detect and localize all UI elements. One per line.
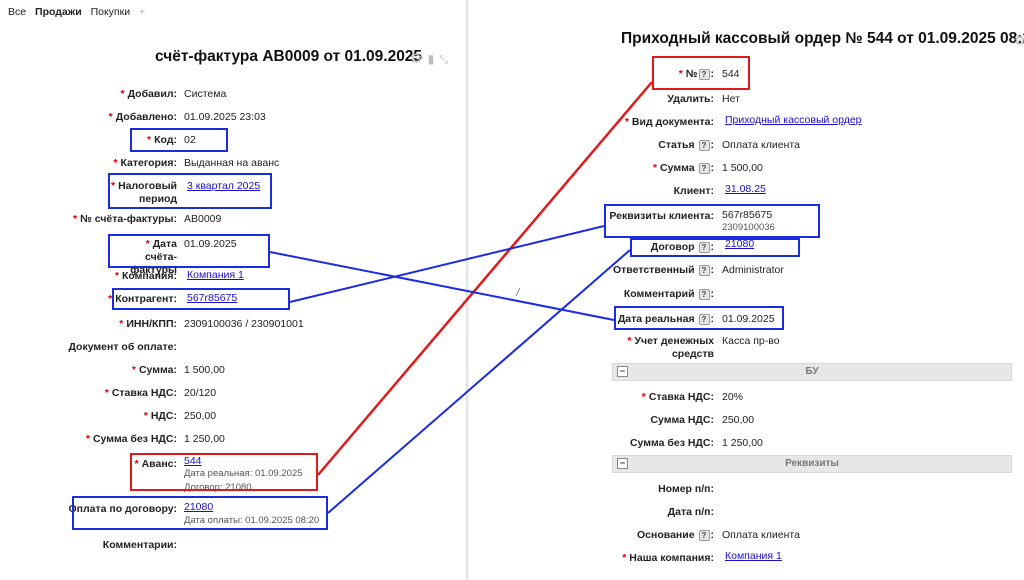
order-sum-label: * Сумма ?: xyxy=(652,162,714,174)
comments-label: Комментарии: xyxy=(102,539,177,551)
tab-sales[interactable]: Продажи xyxy=(35,6,82,18)
help-icon[interactable]: ? xyxy=(698,68,710,80)
category-label: * Категория: xyxy=(113,157,177,169)
code-label: * Код: xyxy=(147,134,177,146)
invoice-number-value: AB0009 xyxy=(184,213,222,225)
gear-icon[interactable]: ⚙ xyxy=(1014,33,1024,49)
order-sum-no-vat-label: Сумма без НДС: xyxy=(629,437,714,449)
collapse-icon[interactable]: ⤡ xyxy=(439,54,448,67)
company-link[interactable]: Компания 1 xyxy=(187,269,244,282)
real-date-label: Дата реальная ?: xyxy=(617,313,714,325)
section-requisites[interactable]: − Реквизиты xyxy=(612,455,1012,473)
cash-account-label: * Учет денежных средств xyxy=(627,335,714,360)
counterparty-label: * Контрагент: xyxy=(108,293,177,305)
tax-period-label: * Налоговый период xyxy=(111,180,177,205)
add-tab-button[interactable]: + xyxy=(139,6,145,18)
article-label: Статья ?: xyxy=(658,139,714,151)
tab-all[interactable]: Все xyxy=(8,6,26,18)
order-number-value: 544 xyxy=(722,68,740,80)
delete-value: Нет xyxy=(722,93,740,105)
comment-label: Комментарий ?: xyxy=(623,288,714,300)
contract-link[interactable]: 21080 xyxy=(725,238,754,251)
added-by-label: * Добавил: xyxy=(120,88,177,100)
gear-icon[interactable]: ⚙ xyxy=(410,50,423,67)
contract-payment-date: Дата оплаты: 01.09.2025 08:20 xyxy=(184,515,320,526)
client-details-label: Реквизиты клиента: xyxy=(609,210,714,222)
inn-kpp-value: 2309100036 / 230901001 xyxy=(184,318,304,330)
category-value: Выданная на аванс xyxy=(184,157,280,169)
stray-mark xyxy=(515,287,521,297)
order-vat-rate-label: * Ставка НДС: xyxy=(641,391,714,403)
title-toolbar: ⚙ ▮ ⤡ xyxy=(410,50,453,67)
vat-label: * НДС: xyxy=(143,410,177,422)
vat-value: 250,00 xyxy=(184,410,217,422)
responsible-label: Ответственный ?: xyxy=(613,264,714,276)
advance-label: * Аванс: xyxy=(134,458,177,470)
doc-type-label: * Вид документа: xyxy=(624,116,714,128)
added-by-value: Система xyxy=(184,88,227,100)
help-icon[interactable]: ? xyxy=(698,288,710,300)
help-icon[interactable]: ? xyxy=(698,529,710,541)
vat-rate-value: 20/120 xyxy=(184,387,217,399)
invoice-pane: Все Продажи Покупки + счёт-фактура AB000… xyxy=(0,0,468,580)
tax-period-link[interactable]: 3 квартал 2025 xyxy=(187,180,260,193)
pp-number-label: Номер п/п: xyxy=(658,483,714,495)
sum-no-vat-label: * Сумма без НДС: xyxy=(85,433,177,445)
tab-purchases[interactable]: Покупки xyxy=(91,6,131,18)
counterparty-link[interactable]: 567r85675 xyxy=(187,292,237,305)
help-icon[interactable]: ? xyxy=(698,162,710,174)
order-vat-sum-label: Сумма НДС: xyxy=(650,414,714,426)
vat-rate-label: * Ставка НДС: xyxy=(104,387,177,399)
pane-divider[interactable] xyxy=(466,0,470,580)
invoice-date-value: 01.09.2025 xyxy=(184,238,237,250)
inn-kpp-label: * ИНН/КПП: xyxy=(119,318,177,330)
advance-contract: Договор: 21080 xyxy=(184,482,252,493)
added-at-label: * Добавлено: xyxy=(108,111,177,123)
article-value: Оплата клиента xyxy=(722,139,800,151)
bookmark-icon[interactable]: ▮ xyxy=(428,52,435,66)
order-vat-rate-value: 20% xyxy=(722,391,744,403)
help-icon[interactable]: ? xyxy=(698,241,710,253)
code-value: 02 xyxy=(184,134,196,146)
sum-no-vat-value: 1 250,00 xyxy=(184,433,225,445)
order-sum-value: 1 500,00 xyxy=(722,162,763,174)
basis-label: Основание ?: xyxy=(637,529,714,541)
added-at-value: 01.09.2025 23:03 xyxy=(184,111,266,123)
sum-label: * Сумма: xyxy=(131,364,177,376)
real-date-value: 01.09.2025 xyxy=(722,313,775,325)
contract-label: Договор ?: xyxy=(650,241,714,253)
help-icon[interactable]: ? xyxy=(698,313,710,325)
contract-payment-link[interactable]: 21080 xyxy=(184,501,213,514)
invoice-number-label: * № счёта-фактуры: xyxy=(73,213,177,225)
order-number-label: * №?: xyxy=(678,68,714,80)
help-icon[interactable]: ? xyxy=(698,139,710,151)
cash-account-value: Касса пр-во xyxy=(722,335,780,347)
sum-value: 1 500,00 xyxy=(184,364,225,376)
order-sum-no-vat-value: 1 250,00 xyxy=(722,437,763,449)
client-link[interactable]: 31.08.25 xyxy=(725,183,766,196)
pp-date-label: Дата п/п: xyxy=(667,506,714,518)
advance-real-date: Дата реальная: 01.09.2025 xyxy=(184,468,303,479)
filter-tabs: Все Продажи Покупки + xyxy=(8,6,151,18)
doc-type-link[interactable]: Приходный кассовый ордер xyxy=(725,114,862,127)
order-title: Приходный кассовый ордер № 544 от 01.09.… xyxy=(621,30,1024,47)
help-icon[interactable]: ? xyxy=(698,264,710,276)
basis-value: Оплата клиента xyxy=(722,529,800,541)
order-vat-sum-value: 250,00 xyxy=(722,414,755,426)
client-details-value: 567r85675 xyxy=(722,209,773,221)
client-inn: 2309100036 xyxy=(722,222,775,233)
our-company-label: * Наша компания: xyxy=(622,552,714,564)
company-label: * Компания: xyxy=(114,270,177,282)
section-bu[interactable]: − БУ xyxy=(612,363,1012,381)
advance-link[interactable]: 544 xyxy=(184,455,202,468)
payment-doc-label: Документ об оплате: xyxy=(68,341,177,353)
responsible-value: Administrator xyxy=(722,264,784,276)
delete-label: Удалить: xyxy=(667,93,714,105)
client-label: Клиент: xyxy=(673,185,714,197)
invoice-title: счёт-фактура AB0009 от 01.09.2025 xyxy=(155,48,423,65)
our-company-link[interactable]: Компания 1 xyxy=(725,550,782,563)
contract-payment-label: Оплата по договору: xyxy=(68,503,177,515)
